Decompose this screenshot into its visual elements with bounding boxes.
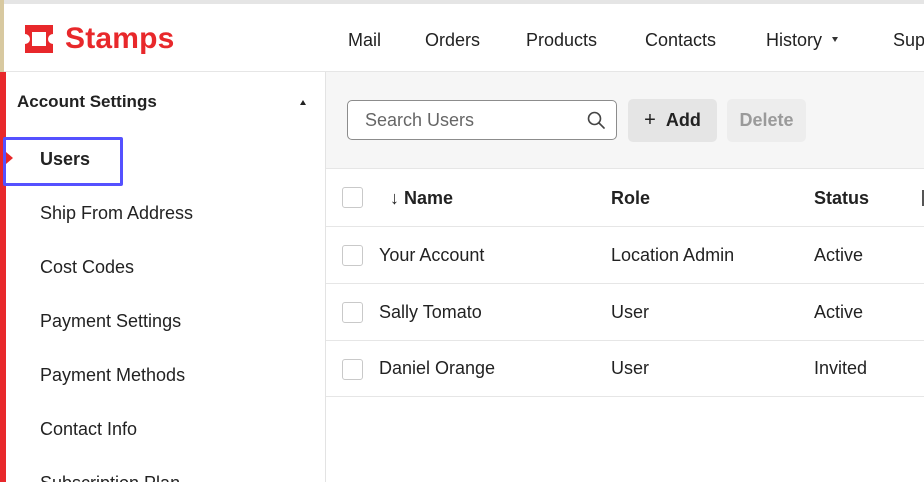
column-header-role[interactable]: Role [611,188,650,209]
row-checkbox[interactable] [342,245,363,266]
user-name: Sally Tomato [379,302,482,322]
nav-item-history-label: History [766,30,823,50]
sidebar-item-subscription-plan[interactable]: Subscription Plan [40,473,180,482]
brand-name: Stamps [65,22,175,55]
user-role: User [611,302,650,322]
row-checkbox[interactable] [342,302,363,323]
sidebar-item-contact-info[interactable]: Contact Info [40,419,137,440]
user-role: Location Admin [611,245,735,265]
user-role: User [611,358,650,378]
plus-icon: + [644,109,656,131]
nav-item-history[interactable]: History [766,30,839,51]
user-name: Daniel Orange [379,358,496,378]
search-input[interactable] [348,101,578,139]
nav-item-orders[interactable]: Orders [425,30,480,51]
table-row[interactable]: Daniel Orange User Invited [326,341,924,397]
nav-item-support[interactable]: Sup [893,30,924,51]
chevron-down-icon [832,37,839,42]
selection-highlight-box [3,137,123,186]
table-row[interactable]: Sally Tomato User Active [326,284,924,341]
column-header-name[interactable]: ↓ Name [390,188,453,209]
add-button-label: Add [665,110,701,130]
users-toolbar: + Add Delete [326,72,924,169]
sidebar-item-cost-codes[interactable]: Cost Codes [40,257,134,278]
user-status: Invited [814,358,868,378]
search-icon[interactable] [587,111,605,129]
sidebar-item-payment-settings[interactable]: Payment Settings [40,311,181,332]
user-status: Active [814,302,864,322]
table-header-row: ↓ Name Role Status [326,169,924,227]
add-user-button[interactable]: + Add [628,99,717,142]
settings-sidebar: Account Settings Users Ship From Address… [0,72,326,482]
table-row[interactable]: Your Account Location Admin Active [326,227,924,284]
column-header-status[interactable]: Status [814,188,869,209]
sidebar-item-ship-from-address[interactable]: Ship From Address [40,203,193,224]
row-checkbox[interactable] [342,359,363,380]
sidebar-section-title[interactable]: Account Settings [17,92,157,112]
chevron-up-icon[interactable] [300,100,306,105]
nav-item-products[interactable]: Products [526,30,597,51]
stamps-logo[interactable]: Stamps [22,22,175,56]
sidebar-accent-bar [0,72,6,482]
column-header-name-label: Name [404,188,454,208]
users-panel: + Add Delete ↓ Name Role Status Your Acco… [326,72,924,482]
window-edge [0,0,4,76]
sidebar-item-payment-methods[interactable]: Payment Methods [40,365,185,386]
nav-item-contacts[interactable]: Contacts [645,30,716,51]
stamp-icon [25,25,53,53]
top-navigation-bar: Stamps Mail Orders Products Contacts His… [0,0,924,76]
delete-user-button[interactable]: Delete [727,99,806,142]
sort-down-icon: ↓ [390,188,399,208]
select-all-checkbox[interactable] [342,187,363,208]
search-box[interactable] [347,100,617,140]
nav-item-mail[interactable]: Mail [348,30,381,51]
user-name: Your Account [379,245,485,265]
user-status: Active [814,245,864,265]
